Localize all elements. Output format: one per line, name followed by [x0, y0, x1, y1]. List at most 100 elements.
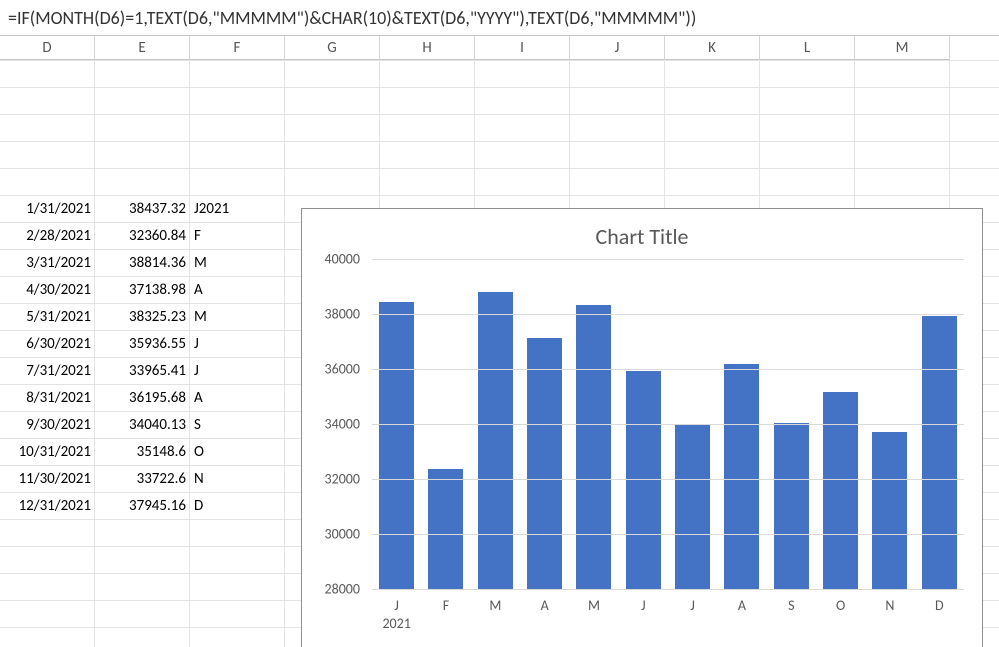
chart-bar[interactable] — [576, 305, 611, 589]
y-tick-label: 32000 — [325, 471, 360, 488]
x-tick-label: M — [576, 591, 611, 647]
x-tick-label: J — [626, 591, 661, 647]
x-tick-label: A — [724, 591, 759, 647]
col-header-g[interactable]: G — [285, 36, 380, 60]
cell-label[interactable]: A — [190, 384, 285, 411]
cell-label[interactable]: J2021 — [190, 195, 285, 222]
x-tick-label: J 2021 — [379, 591, 414, 647]
cell-value[interactable]: 38814.36 — [95, 249, 190, 276]
cell-grid[interactable]: 1/31/2021 38437.32 J2021 2/28/2021 32360… — [0, 60, 999, 647]
cell-label[interactable]: F — [190, 222, 285, 249]
cell-label[interactable]: A — [190, 276, 285, 303]
chart-plot-area — [372, 259, 964, 589]
cell-value[interactable]: 33722.6 — [95, 465, 190, 492]
col-header-d[interactable]: D — [0, 36, 95, 60]
chart-gridline — [372, 589, 964, 590]
table-row: 6/30/2021 35936.55 J — [0, 330, 285, 357]
chart-bar[interactable] — [527, 338, 562, 589]
table-row: 8/31/2021 36195.68 A — [0, 384, 285, 411]
cell-date[interactable]: 1/31/2021 — [0, 195, 95, 222]
embedded-chart[interactable]: Chart Title 28000 30000 32000 34000 36000 380… — [301, 208, 983, 647]
chart-gridline — [372, 534, 964, 535]
chart-y-axis: 28000300003200034000360003800040000 — [302, 259, 368, 589]
cell-value[interactable]: 36195.68 — [95, 384, 190, 411]
x-tick-label: O — [823, 591, 858, 647]
table-row: 11/30/2021 33722.6 N — [0, 465, 285, 492]
table-row: 5/31/2021 38325.23 M — [0, 303, 285, 330]
formula-bar[interactable]: =IF(MONTH(D6)=1,TEXT(D6,"MMMMM")&CHAR(10… — [0, 0, 999, 36]
table-row: 1/31/2021 38437.32 J2021 — [0, 195, 285, 222]
chart-bar[interactable] — [724, 364, 759, 589]
y-tick-label: 30000 — [325, 526, 360, 543]
cell-date[interactable]: 4/30/2021 — [0, 276, 95, 303]
y-tick-label: 34000 — [325, 416, 360, 433]
cell-label[interactable]: O — [190, 438, 285, 465]
x-tick-label: A — [527, 591, 562, 647]
chart-bar[interactable] — [922, 316, 957, 589]
table-row: 4/30/2021 37138.98 A — [0, 276, 285, 303]
y-tick-label: 38000 — [325, 306, 360, 323]
cell-label[interactable]: J — [190, 330, 285, 357]
chart-bar[interactable] — [478, 292, 513, 589]
table-row: 3/31/2021 38814.36 M — [0, 249, 285, 276]
chart-bar[interactable] — [428, 469, 463, 589]
cell-label[interactable]: M — [190, 303, 285, 330]
data-table: 1/31/2021 38437.32 J2021 2/28/2021 32360… — [0, 195, 285, 519]
chart-gridline — [372, 424, 964, 425]
x-tick-label: F — [428, 591, 463, 647]
cell-date[interactable]: 7/31/2021 — [0, 357, 95, 384]
chart-bar[interactable] — [872, 432, 907, 589]
col-header-k[interactable]: K — [665, 36, 760, 60]
cell-value[interactable]: 38325.23 — [95, 303, 190, 330]
col-header-l[interactable]: L — [760, 36, 855, 60]
y-tick-label: 40000 — [325, 251, 360, 268]
cell-label[interactable]: S — [190, 411, 285, 438]
cell-label[interactable]: N — [190, 465, 285, 492]
cell-date[interactable]: 12/31/2021 — [0, 492, 95, 519]
table-row: 12/31/2021 37945.16 D — [0, 492, 285, 519]
table-row: 2/28/2021 32360.84 F — [0, 222, 285, 249]
cell-date[interactable]: 11/30/2021 — [0, 465, 95, 492]
chart-bar[interactable] — [774, 423, 809, 589]
y-tick-label: 36000 — [325, 361, 360, 378]
cell-value[interactable]: 33965.41 — [95, 357, 190, 384]
col-header-j[interactable]: J — [570, 36, 665, 60]
y-tick-label: 28000 — [325, 581, 360, 598]
cell-date[interactable]: 8/31/2021 — [0, 384, 95, 411]
col-header-f[interactable]: F — [190, 36, 285, 60]
chart-title[interactable]: Chart Title — [302, 209, 982, 254]
x-tick-label: M — [478, 591, 513, 647]
cell-value[interactable]: 37138.98 — [95, 276, 190, 303]
cell-value[interactable]: 38437.32 — [95, 195, 190, 222]
cell-date[interactable]: 10/31/2021 — [0, 438, 95, 465]
col-header-i[interactable]: I — [475, 36, 570, 60]
cell-value[interactable]: 35148.6 — [95, 438, 190, 465]
cell-label[interactable]: D — [190, 492, 285, 519]
cell-label[interactable]: M — [190, 249, 285, 276]
chart-gridline — [372, 314, 964, 315]
formula-bar-text: =IF(MONTH(D6)=1,TEXT(D6,"MMMMM")&CHAR(10… — [8, 7, 696, 29]
chart-bar[interactable] — [675, 425, 710, 589]
cell-value[interactable]: 35936.55 — [95, 330, 190, 357]
table-row: 7/31/2021 33965.41 J — [0, 357, 285, 384]
col-header-m[interactable]: M — [855, 36, 950, 60]
chart-bar[interactable] — [379, 302, 414, 589]
cell-date[interactable]: 3/31/2021 — [0, 249, 95, 276]
cell-date[interactable]: 2/28/2021 — [0, 222, 95, 249]
cell-date[interactable]: 6/30/2021 — [0, 330, 95, 357]
chart-gridline — [372, 369, 964, 370]
cell-value[interactable]: 37945.16 — [95, 492, 190, 519]
chart-bar[interactable] — [823, 392, 858, 589]
worksheet[interactable]: D E F G H I J K L M 1/31/2021 38437.32 J… — [0, 36, 999, 647]
cell-value[interactable]: 32360.84 — [95, 222, 190, 249]
cell-label[interactable]: J — [190, 357, 285, 384]
cell-date[interactable]: 5/31/2021 — [0, 303, 95, 330]
x-tick-label: D — [922, 591, 957, 647]
chart-gridline — [372, 259, 964, 260]
col-header-e[interactable]: E — [95, 36, 190, 60]
col-header-h[interactable]: H — [380, 36, 475, 60]
cell-date[interactable]: 9/30/2021 — [0, 411, 95, 438]
chart-x-axis: J 2021FMAMJJASOND — [372, 591, 964, 647]
x-tick-label: S — [774, 591, 809, 647]
cell-value[interactable]: 34040.13 — [95, 411, 190, 438]
